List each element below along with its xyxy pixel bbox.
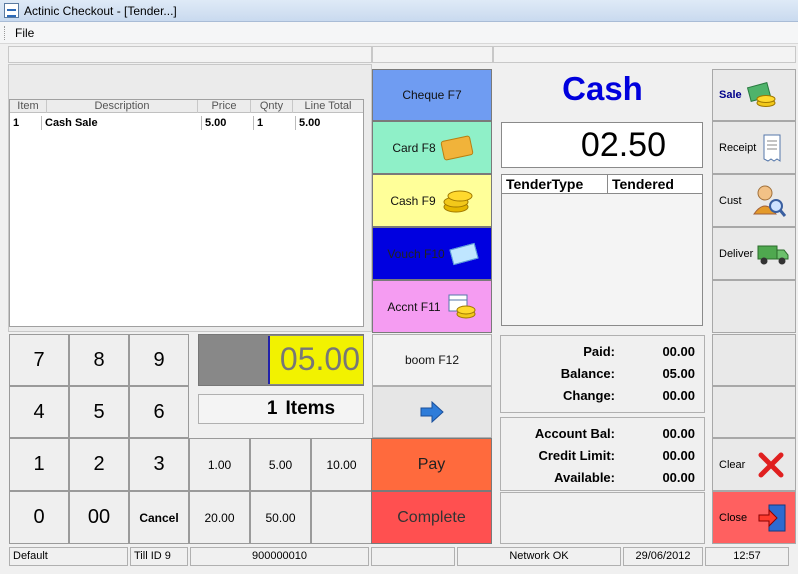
exit-door-icon [758,504,786,531]
credit-limit-row: Credit Limit: 00.00 [538,448,695,463]
customer-search-icon [752,185,786,217]
table-row[interactable]: 1 Cash Sale 5.00 1 5.00 [10,116,363,130]
status-profile: Default [9,547,128,566]
account-button[interactable]: Accnt F11 [372,280,492,333]
truck-icon [757,245,789,264]
status-date: 29/06/2012 [623,547,703,566]
deliver-button[interactable]: Deliver [712,227,796,280]
coins-icon [443,190,473,212]
menu-file[interactable]: File [15,26,34,40]
status-till: Till ID 9 [130,547,188,566]
next-button[interactable] [372,386,492,438]
arrow-right-icon [420,401,444,423]
cell-description: Cash Sale [42,116,202,130]
side-empty-1[interactable] [712,280,796,333]
key-2[interactable]: 2 [69,438,129,491]
items-number: 1 [266,398,278,419]
side-empty-2[interactable] [712,334,796,386]
paid-row: Paid: 00.00 [583,344,695,359]
cell-price: 5.00 [202,116,254,130]
sale-icon [746,82,776,107]
account-coins-icon [448,294,476,318]
payment-summary: Paid: 00.00 Balance: 05.00 Change: 00.00 [500,335,705,413]
col-price: Price [198,100,251,113]
customer-button[interactable]: Cust [712,174,796,227]
account-bal-row: Account Bal: 00.00 [534,426,695,441]
sale-button[interactable]: Sale [712,69,796,121]
amount-1-button[interactable]: 1.00 [189,438,250,491]
tender-table-header: TenderType Tendered [502,175,702,194]
key-5[interactable]: 5 [69,386,129,438]
menu-bar: File [0,22,798,44]
boom-button[interactable]: boom F12 [372,334,492,386]
summary-footer [500,492,705,544]
col-item: Item [10,100,47,113]
key-4[interactable]: 4 [9,386,69,438]
card-button[interactable]: Card F8 [372,121,492,174]
menu-grip [4,26,6,40]
col-tender-type: TenderType [502,175,608,193]
total-amount: 05.00 [268,336,363,384]
tender-mode-title: Cash [562,70,643,107]
tender-amount-input[interactable]: 02.50 [501,122,703,168]
receipt-icon [763,134,781,162]
account-summary: Account Bal: 00.00 Credit Limit: 00.00 Ava… [500,417,705,491]
amount-5-button[interactable]: 5.00 [250,438,311,491]
balance-row: Balance: 05.00 [560,366,695,381]
cheque-button[interactable]: Cheque F7 [372,69,492,121]
status-time: 12:57 [705,547,789,566]
col-tendered: Tendered [612,176,674,192]
cancel-button[interactable]: Cancel [129,491,189,544]
voucher-icon [449,242,479,265]
item-grid[interactable]: Item Description Price Qnty Line Total 1… [9,99,364,327]
clear-x-icon [758,452,784,477]
card-icon [439,134,474,161]
cell-item: 1 [10,116,42,130]
change-row: Change: 00.00 [563,388,695,403]
col-qnty: Qnty [251,100,293,113]
key-7[interactable]: 7 [9,334,69,386]
tender-table[interactable]: TenderType Tendered [501,174,703,326]
amount-50-button[interactable]: 50.00 [250,491,311,544]
top-strip-left [8,46,372,63]
cash-button[interactable]: Cash F9 [372,174,492,227]
total-display: 05.00 [198,334,364,386]
key-6[interactable]: 6 [129,386,189,438]
cell-qnty: 1 [254,116,296,130]
grid-header: Item Description Price Qnty Line Total [10,100,363,113]
amount-empty-button[interactable] [311,491,372,544]
title-bar: Actinic Checkout - [Tender...] [0,0,798,22]
window-title: Actinic Checkout - [Tender...] [24,4,177,18]
voucher-button[interactable]: Vouch F10 [372,227,492,280]
col-line-total: Line Total [304,100,352,112]
amount-20-button[interactable]: 20.00 [189,491,250,544]
status-code: 900000010 [190,547,369,566]
key-0[interactable]: 0 [9,491,69,544]
top-strip-mid [372,46,493,63]
items-count: 1 Items [198,394,364,424]
key-8[interactable]: 8 [69,334,129,386]
top-strip-right [493,46,796,63]
key-1[interactable]: 1 [9,438,69,491]
app-icon [4,3,19,18]
amount-10-button[interactable]: 10.00 [311,438,372,491]
col-description: Description [47,100,198,113]
clear-button[interactable]: Clear [712,438,796,491]
key-00[interactable]: 00 [69,491,129,544]
items-label: Items [285,398,336,419]
available-row: Available: 00.00 [554,470,695,485]
key-3[interactable]: 3 [129,438,189,491]
side-empty-3[interactable] [712,386,796,438]
close-button[interactable]: Close [712,491,796,544]
pay-button[interactable]: Pay [371,438,492,491]
cell-line-total: 5.00 [299,117,321,129]
status-empty [371,547,455,566]
status-network: Network OK [457,547,621,566]
receipt-button[interactable]: Receipt [712,121,796,174]
complete-button[interactable]: Complete [371,491,492,544]
key-9[interactable]: 9 [129,334,189,386]
